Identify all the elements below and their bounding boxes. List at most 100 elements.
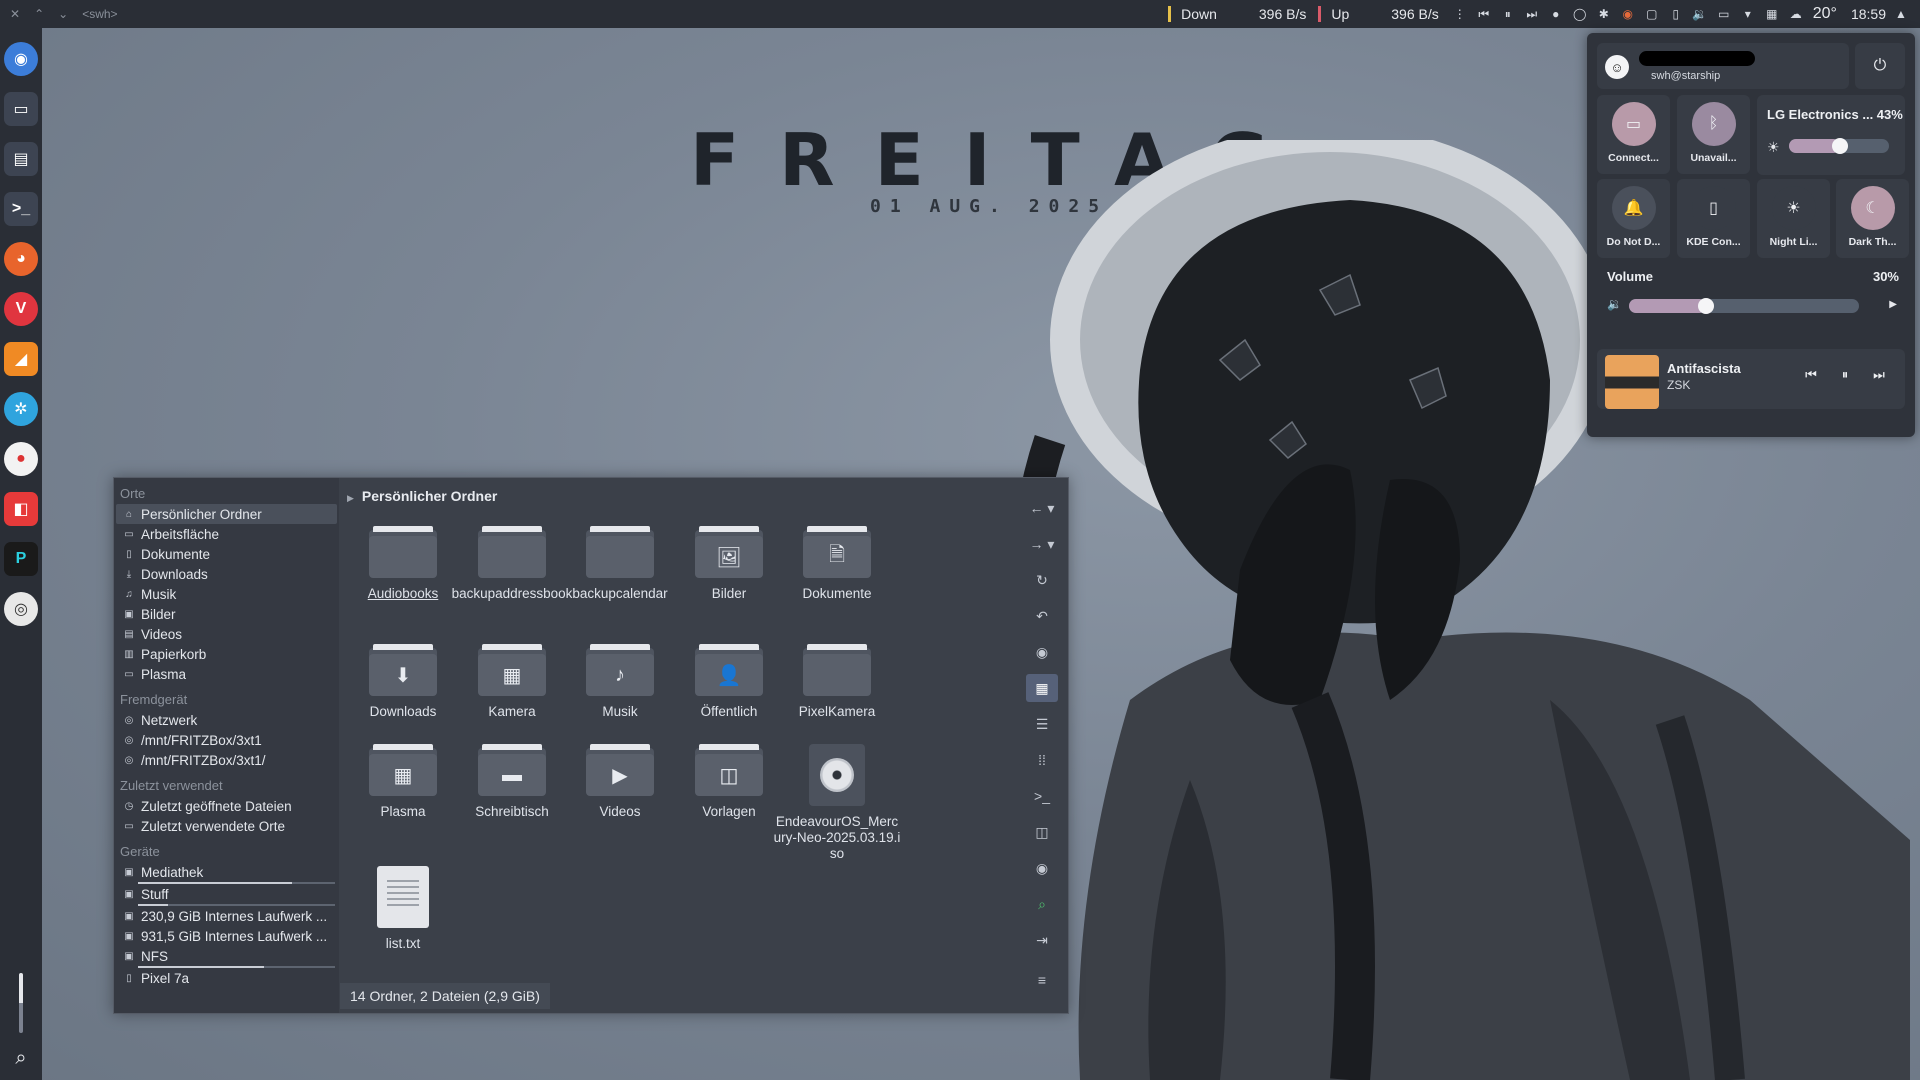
volume-icon[interactable]: 🔉 [1691,5,1709,23]
chevron-down-icon[interactable]: ▾ [1739,5,1757,23]
sidebar-item-places[interactable]: ▭ Arbeitsfläche [116,524,337,544]
brightness-slider[interactable] [1789,138,1889,154]
sidebar-item-devices[interactable]: ▣ 931,5 GiB Internes Laufwerk ... [116,926,337,946]
sidebar-item-places[interactable]: ♫ Musik [116,584,337,604]
firefox-launcher-icon[interactable]: ◕ [4,242,38,276]
breadcrumb[interactable]: ▶ Persönlicher Ordner [347,488,497,504]
terminal-launcher-icon[interactable]: >_ [4,192,38,226]
next-track-icon[interactable]: ⏭ [1867,367,1891,387]
record-icon[interactable]: ◉ [1026,638,1058,666]
sidebar-item-remote[interactable]: ◎ Netzwerk [116,710,337,730]
sidebar-item-places[interactable]: ▣ Bilder [116,604,337,624]
file-manager-launcher-icon[interactable]: ▤ [4,142,38,176]
weather-temperature[interactable]: 20° [1813,5,1837,23]
app-launcher-icon[interactable]: P [4,542,38,576]
sidebar-item-remote[interactable]: ◎ /mnt/FRITZBox/3xt1/ [116,750,337,770]
sidebar-item-devices[interactable]: ▣ 230,9 GiB Internes Laufwerk ... [116,906,337,926]
strawberry-launcher-icon[interactable]: ● [4,442,38,476]
brightness-slider-handle[interactable] [1832,138,1848,154]
pause-icon[interactable]: ⏸ [1833,367,1857,387]
sidebar-item-recent[interactable]: ◷ Zuletzt geöffnete Dateien [116,796,337,816]
chevron-right-icon[interactable]: ▶ [1889,299,1897,310]
chevron-down-icon[interactable]: ⌄ [58,7,68,21]
network-manager-icon[interactable]: ✱ [1595,5,1613,23]
quick-setting-tile[interactable]: ▯ KDE Con... [1677,179,1750,258]
menu-icon[interactable]: ≡ [1026,966,1058,994]
forward-arrow-icon[interactable]: → ▾ [1026,530,1058,558]
previous-track-icon[interactable]: ⏮ [1475,5,1493,23]
quick-setting-tile[interactable]: ☀ Night Li... [1757,179,1830,258]
quick-setting-tile[interactable]: ☾ Dark Th... [1836,179,1909,258]
chevron-up-icon[interactable]: ⌃ [34,7,44,21]
sidebar-item-places[interactable]: ⤓ Downloads [116,564,337,584]
back-arrow-icon[interactable]: ← ▾ [1026,494,1058,522]
eye-icon[interactable]: ◉ [1026,854,1058,882]
volume-slider-handle[interactable] [1698,298,1714,314]
app-launcher-icon[interactable]: ✲ [4,392,38,426]
sidebar-item-devices[interactable]: ▣ Mediathek [116,862,337,882]
folder-item[interactable]: PixelKamera [773,644,901,720]
clipboard-icon[interactable]: ▢ [1643,5,1661,23]
sidebar-item-devices[interactable]: ▣ NFS [116,946,337,966]
sidebar-item-devices[interactable]: ▯ Pixel 7a [116,968,337,988]
file-item[interactable]: list.txt [339,866,467,952]
split-view-icon[interactable]: ◫ [1026,818,1058,846]
vivaldi-launcher-icon[interactable]: V [4,292,38,326]
home-icon: ⌂ [125,508,133,520]
volume-slider[interactable] [1629,298,1859,314]
clock[interactable]: 18:59 [1851,6,1886,22]
virtual-desktop-pager[interactable] [18,973,23,1033]
close-icon[interactable]: ✕ [10,7,20,21]
sidebar-item-places[interactable]: ▭ Plasma [116,664,337,684]
list-view-icon[interactable]: ☰ [1026,710,1058,738]
display-icon[interactable]: ▭ [1715,5,1733,23]
firefox-tray-icon[interactable]: ◉ [1619,5,1637,23]
weather-cloud-icon[interactable]: ☁ [1787,5,1805,23]
speaker-icon[interactable]: 🔉 [1607,297,1622,311]
sidebar-item-recent[interactable]: ▭ Zuletzt verwendete Orte [116,816,337,836]
battery-icon[interactable]: ▯ [1667,5,1685,23]
drive-icon: ▣ [124,930,134,942]
sidebar-item-remote[interactable]: ◎ /mnt/FRITZBox/3xt1 [116,730,337,750]
terminal-icon[interactable]: >_ [1026,782,1058,810]
file-item[interactable]: EndeavourOS_Mercury-Neo-2025.03.19.iso [773,744,901,862]
text-file-icon [377,866,429,928]
window-launcher-icon[interactable]: ▭ [4,92,38,126]
icon-view-icon[interactable]: ▦ [1026,674,1058,702]
next-track-icon[interactable]: ⏭ [1523,5,1541,23]
folder-item[interactable]: 🗎 Dokumente [773,526,901,602]
desktop-icon: ▭ [124,528,134,540]
breadcrumb-current[interactable]: Persönlicher Ordner [362,488,497,504]
notification-triangle-icon[interactable]: ▲ [1892,5,1910,23]
power-button[interactable]: ⏻ [1855,43,1905,89]
rss-launcher-icon[interactable]: ◢ [4,342,38,376]
app-launcher-icon[interactable]: ◧ [4,492,38,526]
sidebar-item-places[interactable]: ▥ Papierkorb [116,644,337,664]
album-art [1605,355,1659,409]
droplet-icon[interactable]: ● [1547,5,1565,23]
sidebar-item-places[interactable]: ⌂ Persönlicher Ordner [116,504,337,524]
image-icon: ▣ [124,608,134,620]
browser-launcher-icon[interactable]: ◉ [4,42,38,76]
quick-setting-tile[interactable]: 🔔 Do Not D... [1597,179,1670,258]
folder-icon [369,526,437,578]
reload-icon[interactable]: ↻ [1026,566,1058,594]
search-icon[interactable]: ⌕ [15,1047,26,1070]
previous-track-icon[interactable]: ⏮ [1799,367,1823,387]
quick-setting-tile[interactable]: ▭ Connect... [1597,95,1670,174]
undo-icon[interactable]: ↶ [1026,602,1058,630]
compact-view-icon[interactable]: ⁞⁞ [1026,746,1058,774]
more-icon[interactable]: ⋮ [1451,5,1469,23]
sidebar-item-places[interactable]: ▯ Dokumente [116,544,337,564]
sidebar-item-places[interactable]: ▤ Videos [116,624,337,644]
grid-icon[interactable]: ▦ [1763,5,1781,23]
record-icon[interactable]: ◯ [1571,5,1589,23]
open-in-icon[interactable]: ⇥ [1026,926,1058,954]
quick-setting-tile[interactable]: ᛒ Unavail... [1677,95,1750,174]
app-launcher-icon[interactable]: ◎ [4,592,38,626]
user-card[interactable]: ☺ swh@starship [1597,43,1849,89]
sidebar-item-devices[interactable]: ▣ Stuff [116,884,337,904]
tile-label: Dark Th... [1848,236,1897,248]
search-icon[interactable]: ⌕ [1026,890,1058,918]
pause-icon[interactable]: ⏸ [1499,5,1517,23]
